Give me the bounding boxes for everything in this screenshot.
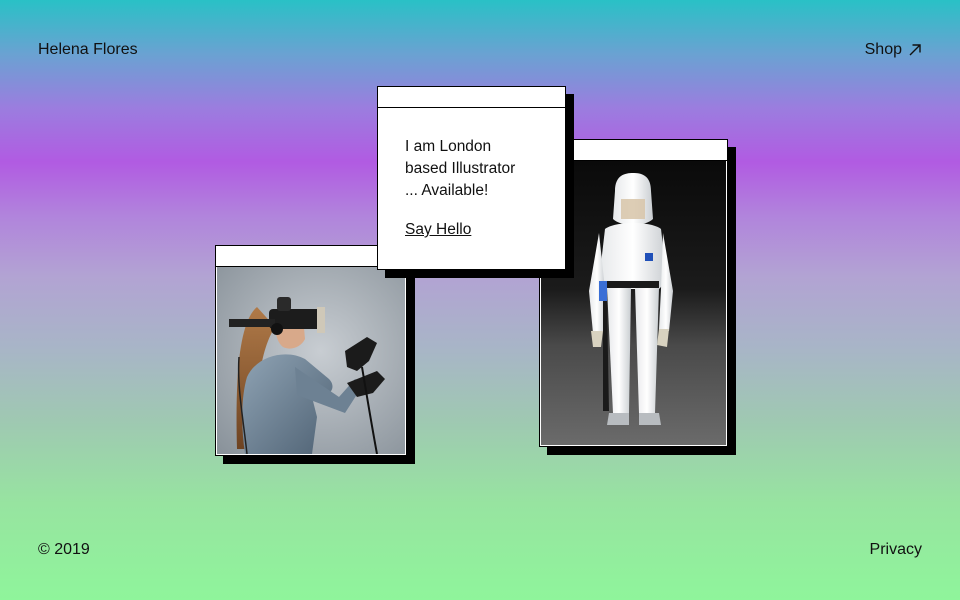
intro-line: I am London	[405, 138, 492, 155]
card-titlebar	[540, 140, 727, 161]
copyright-notice: © 2019	[38, 541, 90, 558]
gallery-card-suit	[539, 139, 728, 447]
intro-text: I am London based Illustrator ... Availa…	[405, 136, 555, 202]
intro-card: I am London based Illustrator ... Availa…	[377, 86, 566, 270]
privacy-link[interactable]: Privacy	[870, 540, 922, 560]
intro-line: ... Available!	[405, 182, 489, 199]
shop-link-label: Shop	[864, 41, 902, 58]
card-titlebar	[378, 87, 565, 108]
vr-headset-photo	[217, 267, 405, 454]
say-hello-link[interactable]: Say Hello	[405, 219, 471, 241]
shop-link[interactable]: Shop	[865, 40, 922, 60]
gallery-card-vr	[215, 245, 407, 456]
arrow-up-right-icon	[908, 43, 922, 57]
intro-line: based Illustrator	[405, 160, 516, 177]
brand-name[interactable]: Helena Flores	[38, 40, 138, 60]
protective-suit-photo	[541, 161, 726, 445]
